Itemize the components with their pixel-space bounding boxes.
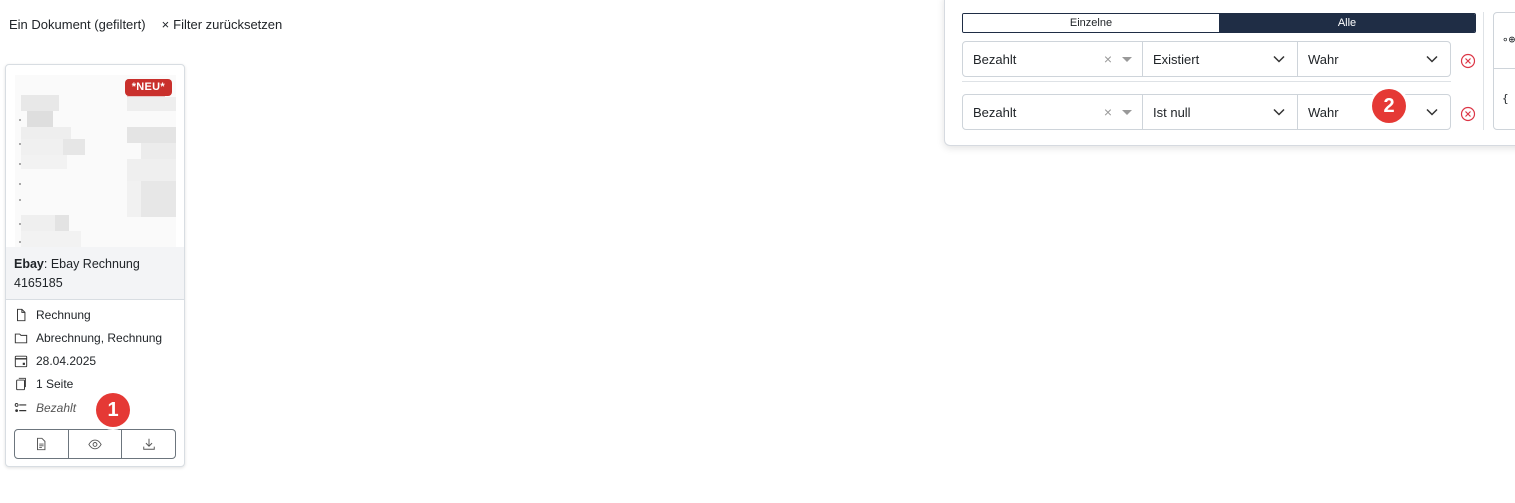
chevron-down-icon	[1273, 108, 1285, 116]
new-badge: *NEU*	[124, 79, 172, 96]
download-button[interactable]	[122, 430, 175, 458]
folder-icon	[14, 333, 28, 344]
card-actions	[14, 429, 176, 459]
custom-field-icon	[14, 403, 27, 413]
file-icon	[17, 308, 26, 322]
chevron-down-icon	[1426, 108, 1438, 116]
add-expression-button[interactable]: ∘⊕	[1494, 13, 1515, 69]
clear-icon[interactable]: ×	[1104, 51, 1112, 67]
match-mode-toggle: Einzelne Alle	[962, 13, 1476, 33]
dropdown-caret-icon[interactable]	[1122, 109, 1132, 115]
remove-rule-icon[interactable]	[1460, 53, 1476, 69]
date-label: 28.04.2025	[36, 354, 97, 368]
tags-label: Abrechnung, Rechnung	[36, 331, 163, 345]
doc-type-row[interactable]: Rechnung	[14, 308, 179, 322]
value-select-value: Wahr	[1308, 51, 1339, 67]
chevron-down-icon	[1273, 55, 1285, 63]
date-row: 28.04.2025	[14, 354, 179, 368]
vertical-separator	[1483, 12, 1484, 130]
operator-select[interactable]: Existiert	[1143, 42, 1298, 76]
chevron-down-icon	[1426, 55, 1438, 63]
match-all-button[interactable]: Alle	[1219, 14, 1475, 32]
document-card[interactable]: *NEU* Ebay: Ebay Rechnung 4165185 Rechnu…	[5, 64, 185, 467]
value-select-value: Wahr	[1308, 104, 1339, 120]
query-rule-1: Bezahlt × Existiert Wahr	[962, 41, 1451, 77]
dropdown-caret-icon[interactable]	[1122, 56, 1132, 62]
document-details-icon	[37, 437, 46, 451]
pages-icon	[16, 377, 26, 391]
add-subexpression-icon[interactable]: { }	[1502, 92, 1515, 105]
annotation-marker-2: 2	[1372, 89, 1406, 123]
document-title[interactable]: Ebay: Ebay Rechnung 4165185	[14, 255, 174, 293]
value-select[interactable]: Wahr	[1298, 42, 1450, 76]
field-select-value: Bezahlt	[973, 51, 1017, 67]
tags-row[interactable]: Abrechnung, Rechnung	[14, 331, 179, 345]
field-select-value: Bezahlt	[973, 104, 1017, 120]
operator-select-value: Ist null	[1153, 104, 1191, 120]
reset-filter-button[interactable]: × Filter zurücksetzen	[162, 17, 283, 32]
annotation-marker-1: 1	[96, 393, 130, 427]
doc-type-label: Rechnung	[36, 308, 91, 322]
custom-field-query-popover: Einzelne Alle Bezahlt × Existiert Wahr B…	[944, 0, 1515, 146]
operator-select[interactable]: Ist null	[1143, 95, 1298, 129]
remove-rule-icon[interactable]	[1460, 106, 1476, 122]
pages-label: 1 Seite	[36, 377, 74, 391]
toolbar: Ein Dokument (gefiltert) × Filter zurück…	[9, 17, 282, 32]
correspondent-label[interactable]: Ebay	[14, 257, 44, 271]
clear-icon[interactable]: ×	[1104, 104, 1112, 120]
preview-button[interactable]	[69, 430, 123, 458]
query-actions-box: ∘⊕ { }	[1493, 12, 1515, 130]
add-query-icon: ∘⊕	[1502, 33, 1515, 46]
field-select[interactable]: Bezahlt ×	[963, 42, 1143, 76]
close-icon: ×	[161, 17, 170, 32]
match-single-button[interactable]: Einzelne	[963, 14, 1219, 32]
eye-icon	[88, 439, 102, 450]
pages-row: 1 Seite	[14, 377, 179, 391]
operator-select-value: Existiert	[1153, 51, 1200, 67]
calendar-icon	[14, 355, 28, 368]
card-header: Ebay: Ebay Rechnung 4165185	[6, 247, 184, 300]
reset-filter-label: Filter zurücksetzen	[173, 17, 283, 32]
custom-field-label: Bezahlt	[36, 401, 77, 415]
download-icon	[142, 438, 155, 450]
rule-divider	[962, 81, 1451, 82]
details-button[interactable]	[15, 430, 69, 458]
document-count: Ein Dokument (gefiltert)	[9, 17, 146, 32]
field-select[interactable]: Bezahlt ×	[963, 95, 1143, 129]
document-thumbnail[interactable]: *NEU*	[15, 75, 176, 247]
